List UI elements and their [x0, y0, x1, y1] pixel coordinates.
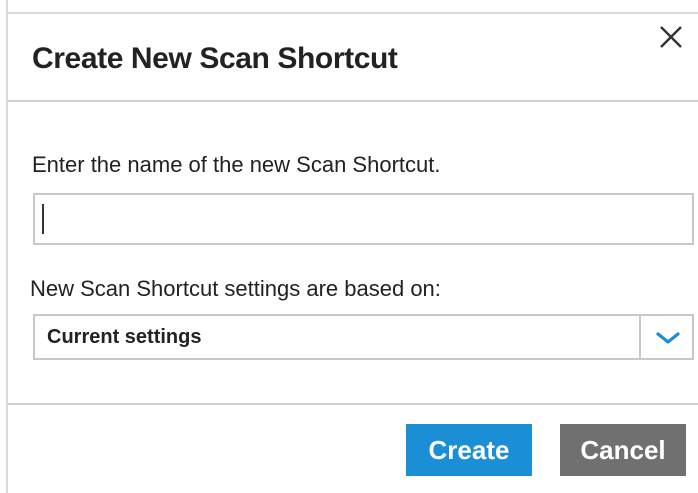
settings-based-on-label: New Scan Shortcut settings are based on: — [30, 276, 441, 301]
select-selected-value: Current settings — [47, 326, 202, 348]
dialog-header: Create New Scan Shortcut — [8, 12, 698, 102]
shortcut-name-input[interactable] — [33, 193, 694, 245]
create-scan-shortcut-dialog: Create New Scan Shortcut Enter the name … — [6, 0, 698, 493]
close-icon — [660, 26, 682, 48]
cancel-button[interactable]: Cancel — [560, 424, 686, 476]
text-caret — [42, 204, 44, 234]
settings-based-on-select[interactable]: Current settings — [33, 314, 694, 360]
close-button[interactable] — [656, 22, 686, 52]
select-divider — [639, 316, 641, 358]
chevron-down-icon[interactable] — [653, 328, 683, 348]
footer-divider — [8, 403, 698, 405]
dialog-title: Create New Scan Shortcut — [32, 42, 398, 75]
create-button[interactable]: Create — [406, 424, 532, 476]
name-field-label: Enter the name of the new Scan Shortcut. — [32, 152, 441, 177]
